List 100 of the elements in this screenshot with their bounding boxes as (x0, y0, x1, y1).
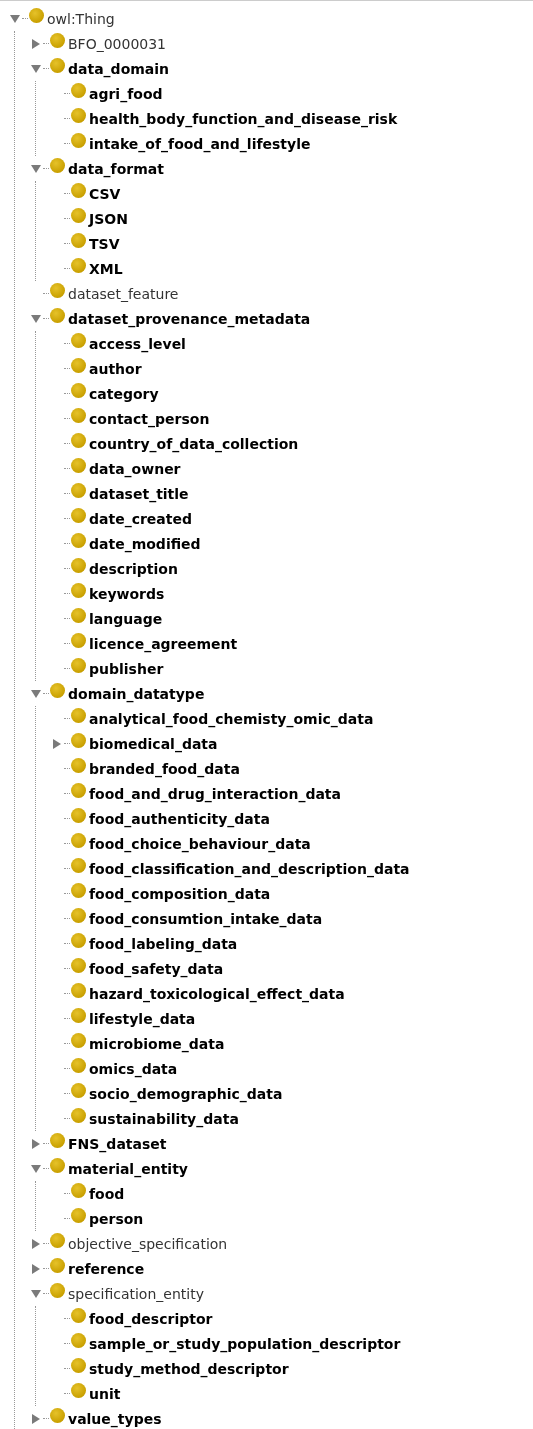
tree-item[interactable]: XML (89, 260, 123, 277)
class-icon (71, 833, 86, 848)
tree-item[interactable]: JSON (89, 210, 128, 227)
class-icon (50, 58, 65, 73)
caret-icon[interactable] (31, 63, 41, 74)
tree-item[interactable]: food_consumtion_intake_data (89, 910, 323, 927)
tree-item[interactable]: dataset_title (89, 485, 189, 502)
tree-item[interactable]: contact_person (89, 410, 210, 427)
class-icon (71, 1033, 86, 1048)
class-icon (71, 808, 86, 823)
class-icon (71, 1058, 86, 1073)
tree-item[interactable]: food_choice_behaviour_data (89, 835, 311, 852)
caret-icon[interactable] (31, 1413, 41, 1424)
class-icon (71, 583, 86, 598)
tree-item[interactable]: unit (89, 1385, 121, 1402)
tree-item[interactable]: food_safety_data (89, 960, 224, 977)
caret-icon[interactable] (31, 1288, 41, 1299)
class-icon (71, 483, 86, 498)
class-icon (50, 283, 65, 298)
tree-item[interactable]: value_types (68, 1410, 162, 1427)
class-icon (71, 333, 86, 348)
tree-item[interactable]: CSV (89, 185, 121, 202)
tree-item[interactable]: author (89, 360, 142, 377)
tree-item[interactable]: sustainability_data (89, 1110, 239, 1127)
class-icon (50, 683, 65, 698)
class-icon (71, 733, 86, 748)
tree-item[interactable]: omics_data (89, 1060, 178, 1077)
tree-item[interactable]: analytical_food_chemisty_omic_data (89, 710, 374, 727)
tree-item[interactable]: food_and_drug_interaction_data (89, 785, 341, 802)
tree-item[interactable]: sample_or_study_population_descriptor (89, 1335, 401, 1352)
caret-icon[interactable] (52, 738, 62, 749)
tree-item[interactable]: TSV (89, 235, 120, 252)
class-icon (71, 383, 86, 398)
class-icon (71, 1208, 86, 1223)
class-icon (71, 1008, 86, 1023)
caret-icon[interactable] (31, 1238, 41, 1249)
class-icon (71, 658, 86, 673)
tree-item[interactable]: owl:Thing (47, 10, 115, 27)
tree-item[interactable]: publisher (89, 660, 164, 677)
tree-item[interactable]: description (89, 560, 178, 577)
tree-item[interactable]: keywords (89, 585, 165, 602)
tree-item[interactable]: material_entity (68, 1160, 188, 1177)
class-icon (71, 183, 86, 198)
caret-icon[interactable] (10, 13, 20, 24)
class-icon (71, 133, 86, 148)
class-icon (71, 1383, 86, 1398)
class-icon (50, 1258, 65, 1273)
tree-item[interactable]: health_body_function_and_disease_risk (89, 110, 398, 127)
tree-item[interactable]: biomedical_data (89, 735, 218, 752)
class-icon (71, 958, 86, 973)
tree-item[interactable]: food_labeling_data (89, 935, 238, 952)
tree-item[interactable]: reference (68, 1260, 145, 1277)
caret-icon[interactable] (31, 163, 41, 174)
tree-item[interactable]: person (89, 1210, 144, 1227)
tree-item[interactable]: domain_datatype (68, 685, 205, 702)
tree-item[interactable]: dataset_feature (68, 285, 179, 302)
tree-item[interactable]: country_of_data_collection (89, 435, 299, 452)
tree-item[interactable]: food_authenticity_data (89, 810, 270, 827)
caret-icon[interactable] (31, 313, 41, 324)
tree-item[interactable]: licence_agreement (89, 635, 238, 652)
caret-icon[interactable] (31, 688, 41, 699)
tree-item[interactable]: food (89, 1185, 125, 1202)
tree-item[interactable]: dataset_provenance_metadata (68, 310, 311, 327)
tree-item[interactable]: access_level (89, 335, 186, 352)
tree-item[interactable]: food_classification_and_description_data (89, 860, 410, 877)
tree-item[interactable]: food_descriptor (89, 1310, 213, 1327)
tree-item[interactable]: specification_entity (68, 1285, 204, 1302)
tree-item[interactable]: hazard_toxicological_effect_data (89, 985, 345, 1002)
caret-icon[interactable] (31, 1263, 41, 1274)
class-icon (71, 1358, 86, 1373)
tree-item[interactable]: FNS_dataset (68, 1135, 167, 1152)
class-icon (71, 933, 86, 948)
class-icon (29, 8, 44, 23)
class-icon (50, 1283, 65, 1298)
class-icon (71, 708, 86, 723)
tree-item[interactable]: lifestyle_data (89, 1010, 196, 1027)
class-icon (71, 783, 86, 798)
tree-item[interactable]: data_domain (68, 60, 170, 77)
class-icon (50, 1408, 65, 1423)
tree-item[interactable]: data_format (68, 160, 164, 177)
tree-item[interactable]: food_composition_data (89, 885, 271, 902)
tree-item[interactable]: agri_food (89, 85, 163, 102)
tree-item[interactable]: BFO_0000031 (68, 35, 167, 52)
tree-item[interactable]: objective_specification (68, 1235, 228, 1252)
tree-item[interactable]: date_created (89, 510, 192, 527)
tree-item[interactable]: language (89, 610, 163, 627)
class-icon (71, 758, 86, 773)
tree-item[interactable]: branded_food_data (89, 760, 240, 777)
tree-item[interactable]: socio_demographic_data (89, 1085, 283, 1102)
class-icon (50, 1233, 65, 1248)
tree-item[interactable]: microbiome_data (89, 1035, 225, 1052)
tree-item[interactable]: intake_of_food_and_lifestyle (89, 135, 311, 152)
tree-item[interactable]: category (89, 385, 159, 402)
tree-item[interactable]: study_method_descriptor (89, 1360, 289, 1377)
caret-icon[interactable] (31, 38, 41, 49)
caret-icon[interactable] (31, 1138, 41, 1149)
caret-icon[interactable] (31, 1163, 41, 1174)
tree-item[interactable]: date_modified (89, 535, 201, 552)
tree-item[interactable]: data_owner (89, 460, 181, 477)
class-icon (50, 1158, 65, 1173)
